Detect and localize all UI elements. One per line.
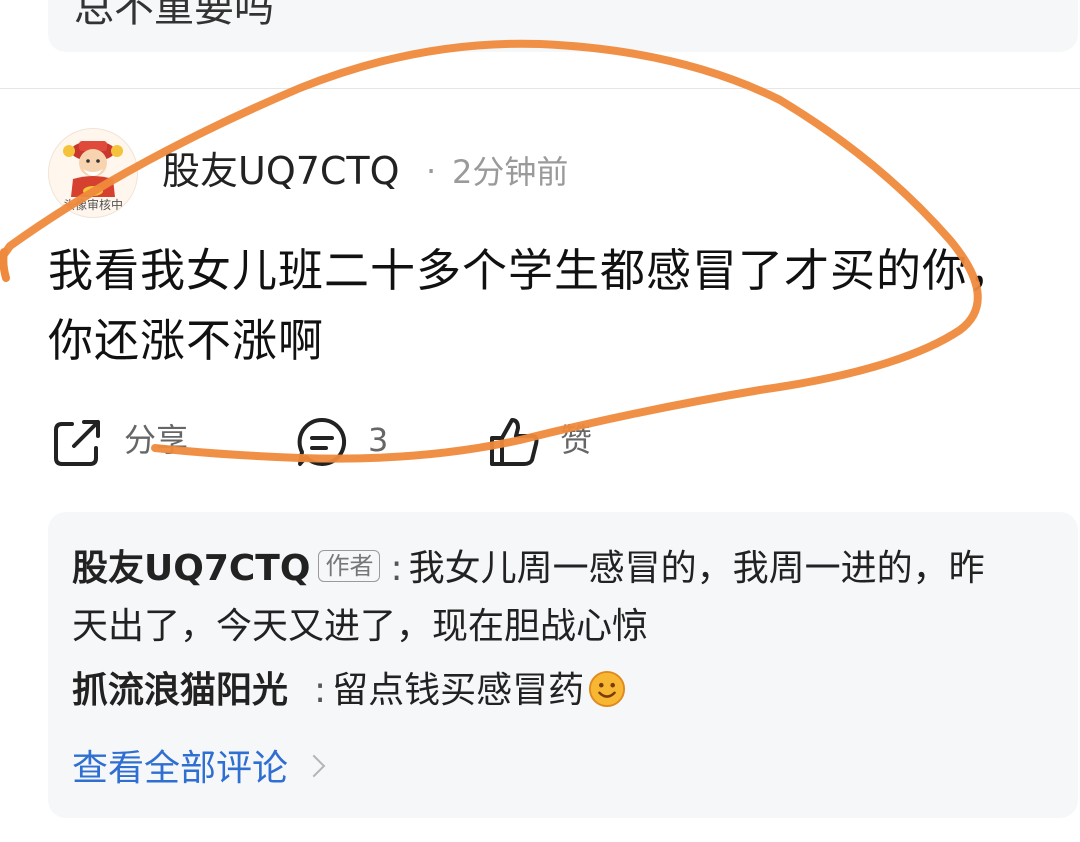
previous-post-card[interactable]: 总不重要吗 <box>48 0 1078 52</box>
author-tag: 作者 <box>318 550 381 582</box>
view-all-comments-link[interactable]: 查看全部评论 <box>72 744 326 794</box>
view-all-label: 查看全部评论 <box>72 748 289 789</box>
share-icon <box>54 420 100 466</box>
comment-count: 3 <box>368 421 389 459</box>
avatar-caption: 头像审核中 <box>62 198 123 212</box>
divider <box>0 88 1080 89</box>
previous-post-text: 总不重要吗 <box>74 0 274 31</box>
reply-item[interactable]: 抓流浪猫阳光: 留点钱买感冒药 <box>72 662 1012 720</box>
avatar[interactable]: 头像审核中 <box>48 128 138 218</box>
like-button[interactable]: 赞 <box>486 410 616 470</box>
reply-preview-card: 股友UQ7CTQ 作者: 我女儿周一感冒的，我周一进的，昨天出了，今天又进了，现在胆… <box>48 512 1078 818</box>
thumbs-up-icon <box>490 418 539 466</box>
smile-emoji-icon <box>589 670 626 708</box>
comment-button[interactable]: 3 <box>294 410 414 470</box>
reply-text: 留点钱买感冒药 <box>332 670 585 711</box>
like-label: 赞 <box>560 421 593 459</box>
reply-item[interactable]: 股友UQ7CTQ 作者: 我女儿周一感冒的，我周一进的，昨天出了，今天又进了，现在胆… <box>72 540 1012 656</box>
chevron-right-icon <box>302 754 326 778</box>
post-time: 2分钟前 <box>452 153 569 191</box>
post-author[interactable]: 股友UQ7CTQ <box>162 146 400 196</box>
reply-author[interactable]: 股友UQ7CTQ <box>72 548 310 589</box>
reply-colon: : <box>390 548 403 589</box>
share-button[interactable]: 分享 <box>50 410 220 470</box>
reply-author[interactable]: 抓流浪猫阳光 <box>72 670 288 711</box>
post-content: 我看我女儿班二十多个学生都感冒了才买的你，你还涨不涨啊 <box>48 244 1015 367</box>
comment-icon <box>297 417 347 466</box>
reply-colon: : <box>314 670 327 711</box>
meta-separator: · <box>426 152 437 190</box>
share-label: 分享 <box>124 421 189 459</box>
post-actions: 分享 3 赞 <box>0 410 1080 470</box>
